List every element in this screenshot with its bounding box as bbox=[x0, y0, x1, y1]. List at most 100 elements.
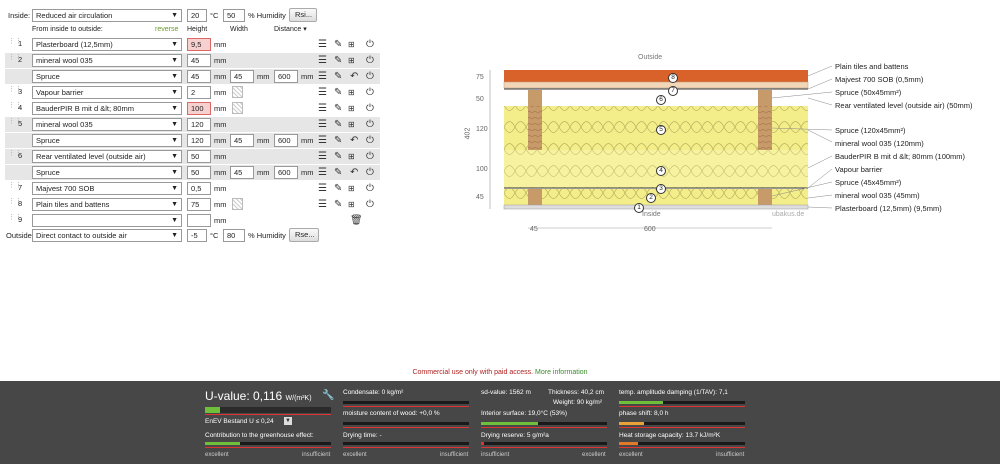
rse-button[interactable]: Rse... bbox=[289, 228, 319, 242]
menu-icon[interactable]: ☰ bbox=[318, 134, 327, 147]
menu-icon[interactable]: ☰ bbox=[318, 54, 327, 67]
add-row-icon[interactable]: ⊞ bbox=[348, 182, 355, 195]
outside-climate-select[interactable]: Direct contact to outside air ▼ bbox=[32, 229, 182, 242]
drag-handle-icon[interactable]: ⋮⋮ bbox=[8, 198, 22, 208]
distance-header[interactable]: Distance ▾ bbox=[274, 24, 307, 35]
menu-icon[interactable]: ☰ bbox=[318, 38, 327, 51]
rsi-button[interactable]: Rsi... bbox=[289, 8, 317, 22]
pencil-icon[interactable]: ✎ bbox=[334, 70, 342, 83]
undo-arrow-icon[interactable]: ↶ bbox=[350, 134, 358, 147]
layer-height-input[interactable]: 75 bbox=[187, 198, 211, 211]
drag-handle-icon[interactable]: ⋮⋮ bbox=[8, 86, 22, 96]
sub-height-input[interactable]: 50 bbox=[187, 166, 211, 179]
undo-arrow-icon[interactable]: ↶ bbox=[350, 70, 358, 83]
undo-arrow-icon[interactable]: ↶ bbox=[350, 166, 358, 179]
layer-material-select[interactable]: Plasterboard (12,5mm) ▼ bbox=[32, 38, 182, 51]
menu-icon[interactable]: ☰ bbox=[318, 166, 327, 179]
pencil-icon[interactable]: ✎ bbox=[334, 134, 342, 147]
add-row-icon[interactable]: ⊞ bbox=[348, 54, 355, 67]
drag-handle-icon[interactable]: ⋮⋮ bbox=[8, 54, 22, 64]
material-texture-icon[interactable] bbox=[232, 198, 243, 210]
pencil-icon[interactable]: ✎ bbox=[334, 118, 342, 131]
sub-height-input[interactable]: 45 bbox=[187, 70, 211, 83]
power-icon[interactable]: ⏻ bbox=[366, 54, 374, 67]
pencil-icon[interactable]: ✎ bbox=[334, 38, 342, 51]
sub-material-select[interactable]: Spruce ▼ bbox=[32, 166, 182, 179]
pencil-icon[interactable]: ✎ bbox=[334, 166, 342, 179]
outside-temperature-input[interactable]: -5 bbox=[187, 229, 207, 242]
layer-material-select[interactable]: ▼ bbox=[32, 214, 182, 227]
sub-width-input[interactable]: 45 bbox=[230, 166, 254, 179]
layer-material-select[interactable]: mineral wool 035 ▼ bbox=[32, 118, 182, 131]
power-icon[interactable]: ⏻ bbox=[366, 70, 374, 83]
drag-handle-icon[interactable]: ⋮⋮ bbox=[8, 214, 22, 224]
layer-material-select[interactable]: Vapour barrier ▼ bbox=[32, 86, 182, 99]
sub-distance-input[interactable]: 600 bbox=[274, 70, 298, 83]
menu-icon[interactable]: ☰ bbox=[318, 70, 327, 83]
power-icon[interactable]: ⏻ bbox=[366, 102, 374, 115]
layer-material-select[interactable]: BauderPIR B mit d &lt; 80mm ▼ bbox=[32, 102, 182, 115]
sub-width-input[interactable]: 45 bbox=[230, 70, 254, 83]
layer-height-input[interactable] bbox=[187, 214, 211, 227]
add-row-icon[interactable]: ⊞ bbox=[348, 38, 355, 51]
power-icon[interactable]: ⏻ bbox=[366, 198, 374, 211]
layer-height-input[interactable]: 100 bbox=[187, 102, 211, 115]
power-icon[interactable]: ⏻ bbox=[366, 38, 374, 51]
pencil-icon[interactable]: ✎ bbox=[334, 102, 342, 115]
pencil-icon[interactable]: ✎ bbox=[334, 54, 342, 67]
inside-climate-select[interactable]: Reduced air circulation ▼ bbox=[32, 9, 182, 22]
sub-width-input[interactable]: 45 bbox=[230, 134, 254, 147]
add-row-icon[interactable]: ⊞ bbox=[348, 86, 355, 99]
menu-icon[interactable]: ☰ bbox=[318, 86, 327, 99]
layer-height-input[interactable]: 120 bbox=[187, 118, 211, 131]
layer-material-select[interactable]: Majvest 700 SOB ▼ bbox=[32, 182, 182, 195]
sub-height-input[interactable]: 120 bbox=[187, 134, 211, 147]
inside-humidity-input[interactable]: 50 bbox=[223, 9, 245, 22]
layer-height-input[interactable]: 45 bbox=[187, 54, 211, 67]
layer-height-input[interactable]: 2 bbox=[187, 86, 211, 99]
layer-height-input[interactable]: 50 bbox=[187, 150, 211, 163]
drag-handle-icon[interactable]: ⋮⋮ bbox=[8, 118, 22, 128]
layer-height-input[interactable]: 0,5 bbox=[187, 182, 211, 195]
layer-material-select[interactable]: mineral wool 035 ▼ bbox=[32, 54, 182, 67]
power-icon[interactable]: ⏻ bbox=[366, 118, 374, 131]
sub-distance-input[interactable]: 600 bbox=[274, 166, 298, 179]
power-icon[interactable]: ⏻ bbox=[366, 182, 374, 195]
pencil-icon[interactable]: ✎ bbox=[334, 86, 342, 99]
layer-height-input[interactable]: 9,5 bbox=[187, 38, 211, 51]
sub-material-select[interactable]: Spruce ▼ bbox=[32, 134, 182, 147]
add-row-icon[interactable]: ⊞ bbox=[348, 118, 355, 131]
menu-icon[interactable]: ☰ bbox=[318, 198, 327, 211]
pencil-icon[interactable]: ✎ bbox=[334, 182, 342, 195]
enev-dropdown-icon[interactable]: ▼ bbox=[284, 417, 292, 425]
pencil-icon[interactable]: ✎ bbox=[334, 198, 342, 211]
layer-material-select[interactable]: Rear ventilated level (outside air) ▼ bbox=[32, 150, 182, 163]
menu-icon[interactable]: ☰ bbox=[318, 118, 327, 131]
trash-icon[interactable]: 🗑 bbox=[350, 214, 363, 227]
drag-handle-icon[interactable]: ⋮⋮ bbox=[8, 38, 22, 48]
drag-handle-icon[interactable]: ⋮⋮ bbox=[8, 182, 22, 192]
pencil-icon[interactable]: ✎ bbox=[334, 150, 342, 163]
add-row-icon[interactable]: ⊞ bbox=[348, 102, 355, 115]
layer-material-select[interactable]: Plain tiles and battens ▼ bbox=[32, 198, 182, 211]
sub-material-select[interactable]: Spruce ▼ bbox=[32, 70, 182, 83]
drag-handle-icon[interactable]: ⋮⋮ bbox=[8, 102, 22, 112]
inside-temperature-input[interactable]: 20 bbox=[187, 9, 207, 22]
menu-icon[interactable]: ☰ bbox=[318, 150, 327, 163]
add-row-icon[interactable]: ⊞ bbox=[348, 198, 355, 211]
power-icon[interactable]: ⏻ bbox=[366, 86, 374, 99]
power-icon[interactable]: ⏻ bbox=[366, 134, 374, 147]
material-texture-icon[interactable] bbox=[232, 102, 243, 114]
drag-handle-icon[interactable]: ⋮⋮ bbox=[8, 150, 22, 160]
outside-humidity-input[interactable]: 80 bbox=[223, 229, 245, 242]
wrench-icon[interactable]: 🔧 bbox=[322, 390, 334, 401]
sub-distance-input[interactable]: 600 bbox=[274, 134, 298, 147]
material-texture-icon[interactable] bbox=[232, 86, 243, 98]
more-information-link[interactable]: More information bbox=[535, 369, 588, 376]
add-row-icon[interactable]: ⊞ bbox=[348, 150, 355, 163]
reverse-link[interactable]: reverse bbox=[155, 24, 178, 35]
menu-icon[interactable]: ☰ bbox=[318, 182, 327, 195]
menu-icon[interactable]: ☰ bbox=[318, 102, 327, 115]
power-icon[interactable]: ⏻ bbox=[366, 150, 374, 163]
power-icon[interactable]: ⏻ bbox=[366, 166, 374, 179]
